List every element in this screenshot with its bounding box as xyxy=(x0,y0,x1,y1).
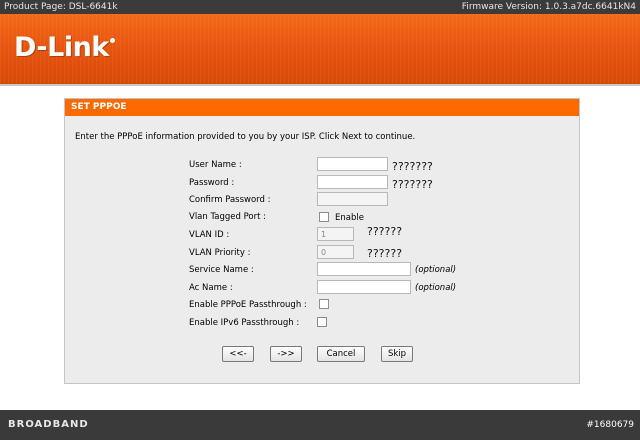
service-name-label: Service Name : xyxy=(189,265,254,275)
ac-name-optional-note: (optional) xyxy=(415,283,457,293)
confirm-password-label: Confirm Password : xyxy=(189,195,271,205)
brand-banner: D-Link xyxy=(0,14,640,84)
footer-brand: BROADBAND xyxy=(8,419,89,430)
ipv6-passthrough-checkbox[interactable] xyxy=(317,317,327,327)
vlan-id-label: VLAN ID : xyxy=(189,230,230,240)
user-name-hint: ??????? xyxy=(392,160,433,173)
instructions-text: Enter the PPPoE information provided to … xyxy=(75,132,416,142)
dlink-logo: D-Link xyxy=(14,32,115,63)
banner-divider xyxy=(0,84,640,86)
next-button[interactable]: ->> xyxy=(270,346,302,362)
user-name-label: User Name : xyxy=(189,160,242,170)
vlan-id-hint: ?????? xyxy=(367,225,403,238)
ac-name-input[interactable] xyxy=(317,280,411,294)
ipv6-passthrough-label: Enable IPv6 Passthrough : xyxy=(189,318,300,328)
firmware-version-label: Firmware Version: 1.0.3.a7dc.6641kN4 xyxy=(461,2,636,12)
vlan-id-input[interactable] xyxy=(317,227,354,241)
confirm-password-input[interactable] xyxy=(317,192,388,206)
vlan-tagged-enable-label: Enable xyxy=(335,213,364,223)
password-input[interactable] xyxy=(317,175,388,189)
top-info-bar: Product Page: DSL-6641k Firmware Version… xyxy=(0,0,640,14)
vlan-tagged-port-label: Vlan Tagged Port : xyxy=(189,212,267,222)
back-button[interactable]: <<- xyxy=(222,346,254,362)
panel-title: SET PPPOE xyxy=(65,99,579,116)
cancel-button[interactable]: Cancel xyxy=(317,346,365,362)
vlan-priority-hint: ?????? xyxy=(367,247,403,260)
vlan-tagged-enable-checkbox[interactable] xyxy=(319,212,329,222)
logo-text: D-Link xyxy=(14,32,109,63)
product-page-label: Product Page: DSL-6641k xyxy=(4,2,118,12)
panel-body: Enter the PPPoE information provided to … xyxy=(65,116,579,383)
logo-dot xyxy=(109,38,115,43)
footer-watermark: #1680679 xyxy=(586,420,634,430)
skip-button[interactable]: Skip xyxy=(381,346,413,362)
service-name-input[interactable] xyxy=(317,262,411,276)
ac-name-label: Ac Name : xyxy=(189,283,233,293)
service-name-optional-note: (optional) xyxy=(415,265,457,275)
set-pppoe-panel: SET PPPOE Enter the PPPoE information pr… xyxy=(64,98,580,384)
footer-bar: BROADBAND #1680679 xyxy=(0,410,640,440)
pppoe-passthrough-label: Enable PPPoE Passthrough : xyxy=(189,300,307,310)
pppoe-passthrough-checkbox[interactable] xyxy=(319,299,329,309)
vlan-priority-label: VLAN Priority : xyxy=(189,248,251,258)
user-name-input[interactable] xyxy=(317,157,388,171)
password-hint: ??????? xyxy=(392,178,433,191)
password-label: Password : xyxy=(189,178,235,188)
vlan-priority-input[interactable] xyxy=(317,245,354,259)
